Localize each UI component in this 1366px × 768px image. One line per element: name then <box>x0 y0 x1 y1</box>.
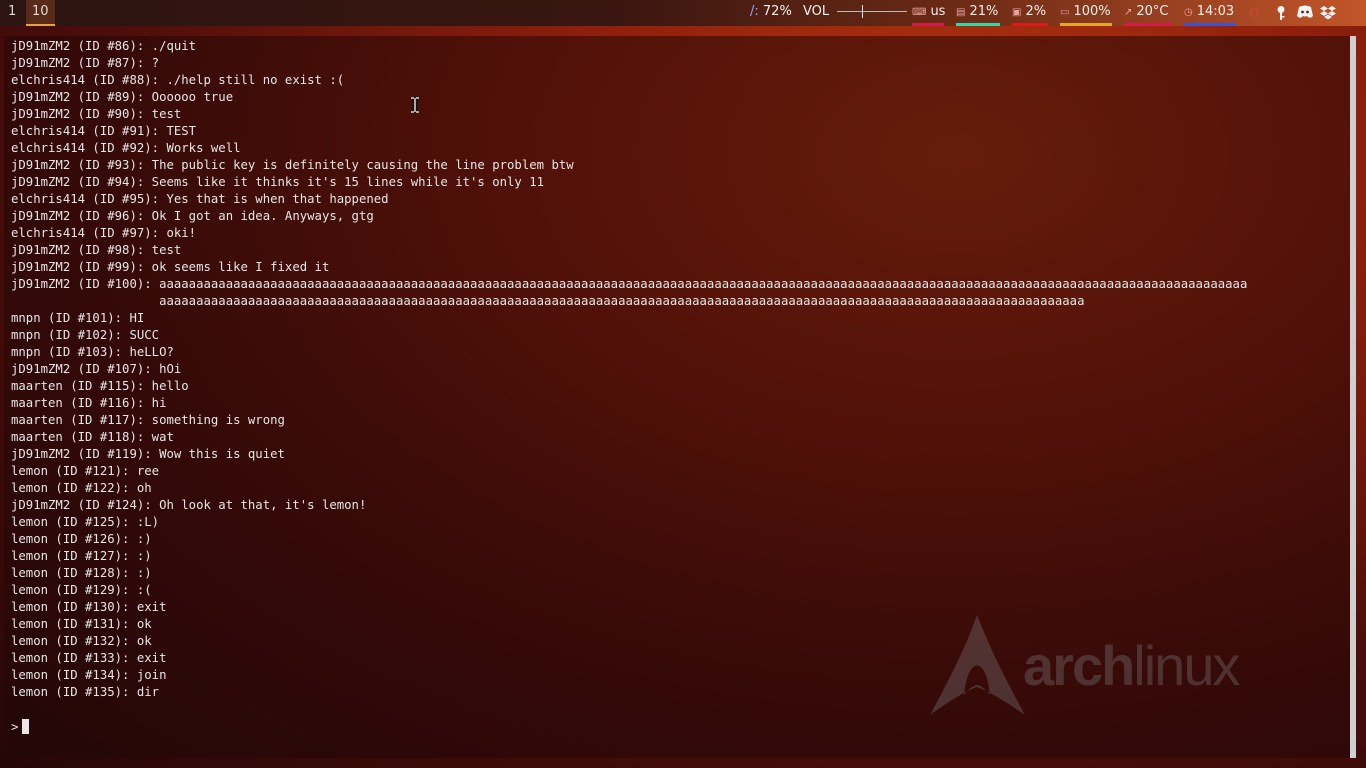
thermometer-icon: ↗ <box>1124 7 1133 18</box>
chat-line: lemon (ID #127): :) <box>11 549 152 563</box>
temperature-value: 20°C <box>1136 4 1169 19</box>
command-prompt[interactable]: > <box>11 719 30 736</box>
battery-module: ▭ 100% <box>1060 0 1112 26</box>
cpu-value: 2% <box>1025 4 1047 19</box>
chat-line: jD91mZM2 (ID #89): Oooooo true <box>11 90 234 104</box>
temperature-underline <box>1124 23 1172 26</box>
power-icon[interactable]: ⏻ <box>1246 5 1262 21</box>
chat-line: lemon (ID #122): oh <box>11 481 152 495</box>
terminal-scrollbar[interactable] <box>1350 36 1356 758</box>
chat-line: mnpn (ID #101): HI <box>11 311 145 325</box>
chat-line: jD91mZM2 (ID #107): hOi <box>11 362 182 376</box>
chat-line: elchris414 (ID #97): oki! <box>11 226 197 240</box>
chat-line: lemon (ID #126): :) <box>11 532 152 546</box>
keyboard-icon: ⌨ <box>912 7 927 18</box>
chat-line: jD91mZM2 (ID #98): test <box>11 243 182 257</box>
status-bar: 1 10 /: 72% VOL ⌨ us ▤ 21% ▣ 2% ▭ 100% ↗ 20°C… <box>0 0 1366 26</box>
keepass-icon[interactable] <box>1273 5 1289 21</box>
chat-line: mnpn (ID #103): heLLO? <box>11 345 174 359</box>
chat-line: lemon (ID #129): :( <box>11 583 152 597</box>
chat-line: lemon (ID #135): dir <box>11 685 160 699</box>
text-cursor[interactable] <box>22 719 30 734</box>
ibeam-cursor-icon <box>410 96 420 114</box>
clock-value: 14:03 <box>1196 4 1235 19</box>
chat-line: maarten (ID #118): wat <box>11 430 174 444</box>
chat-line: jD91mZM2 (ID #87): ? <box>11 56 160 70</box>
chat-line: jD91mZM2 (ID #124): Oh look at that, it'… <box>11 498 367 512</box>
chat-line: aaaaaaaaaaaaaaaaaaaaaaaaaaaaaaaaaaaaaaaa… <box>11 294 1085 308</box>
keyboard-module[interactable]: ⌨ us <box>912 0 946 26</box>
prompt-symbol: > <box>11 720 19 734</box>
chat-line: elchris414 (ID #91): TEST <box>11 124 197 138</box>
disk-label: /: <box>750 4 759 19</box>
chat-line: jD91mZM2 (ID #119): Wow this is quiet <box>11 447 285 461</box>
chat-line: mnpn (ID #102): SUCC <box>11 328 160 342</box>
chat-line: jD91mZM2 (ID #99): ok seems like I fixed… <box>11 260 330 274</box>
chat-line: maarten (ID #115): hello <box>11 379 189 393</box>
memory-value: 21% <box>969 4 999 19</box>
keyboard-layout: us <box>930 4 946 19</box>
chat-line: lemon (ID #128): :) <box>11 566 152 580</box>
volume-knob[interactable] <box>862 5 864 18</box>
workspace-1[interactable]: 1 <box>2 0 22 26</box>
chat-line: lemon (ID #130): exit <box>11 600 167 614</box>
chat-line: lemon (ID #132): ok <box>11 634 152 648</box>
chat-log: jD91mZM2 (ID #86): ./quit jD91mZM2 (ID #… <box>11 38 1247 701</box>
discord-icon[interactable] <box>1296 5 1314 21</box>
chat-line: jD91mZM2 (ID #100): aaaaaaaaaaaaaaaaaaaa… <box>11 277 1248 291</box>
chat-line: maarten (ID #117): something is wrong <box>11 413 285 427</box>
chat-line: jD91mZM2 (ID #93): The public key is def… <box>11 158 574 172</box>
temperature-module: ↗ 20°C <box>1124 0 1172 26</box>
clock-module: ◷ 14:03 <box>1184 0 1236 26</box>
chat-line: jD91mZM2 (ID #94): Seems like it thinks … <box>11 175 545 189</box>
battery-underline <box>1060 23 1112 26</box>
disk-value: 72% <box>762 4 792 19</box>
chat-line: lemon (ID #121): ree <box>11 464 160 478</box>
memory-underline <box>956 23 1000 26</box>
dropbox-icon[interactable] <box>1320 5 1336 21</box>
chat-line: lemon (ID #125): :L) <box>11 515 160 529</box>
chat-line: elchris414 (ID #88): ./help still no exi… <box>11 73 345 87</box>
volume-label: VOL <box>803 4 830 19</box>
volume-module[interactable]: VOL <box>803 0 908 26</box>
chat-line: lemon (ID #133): exit <box>11 651 167 665</box>
workspace-10[interactable]: 10 <box>26 0 55 26</box>
chat-line: jD91mZM2 (ID #86): ./quit <box>11 39 197 53</box>
chat-line: elchris414 (ID #92): Works well <box>11 141 241 155</box>
disk-module: /: 72% <box>750 0 792 26</box>
battery-value: 100% <box>1073 4 1111 19</box>
battery-icon: ▭ <box>1060 7 1070 18</box>
keyboard-underline <box>912 23 944 26</box>
terminal-window[interactable]: jD91mZM2 (ID #86): ./quit jD91mZM2 (ID #… <box>4 36 1356 758</box>
chat-line: lemon (ID #131): ok <box>11 617 152 631</box>
volume-slider[interactable] <box>837 5 908 18</box>
chat-line: jD91mZM2 (ID #96): Ok I got an idea. Any… <box>11 209 374 223</box>
chat-line: lemon (ID #134): join <box>11 668 167 682</box>
memory-icon: ▤ <box>956 7 966 18</box>
chat-line: jD91mZM2 (ID #90): test <box>11 107 182 121</box>
memory-module: ▤ 21% <box>956 0 1000 26</box>
cpu-icon: ▣ <box>1012 7 1022 18</box>
chat-line: maarten (ID #116): hi <box>11 396 167 410</box>
chat-line: elchris414 (ID #95): Yes that is when th… <box>11 192 389 206</box>
clock-underline <box>1184 23 1236 26</box>
cpu-module: ▣ 2% <box>1012 0 1048 26</box>
cpu-underline <box>1012 23 1048 26</box>
clock-icon: ◷ <box>1184 7 1193 18</box>
